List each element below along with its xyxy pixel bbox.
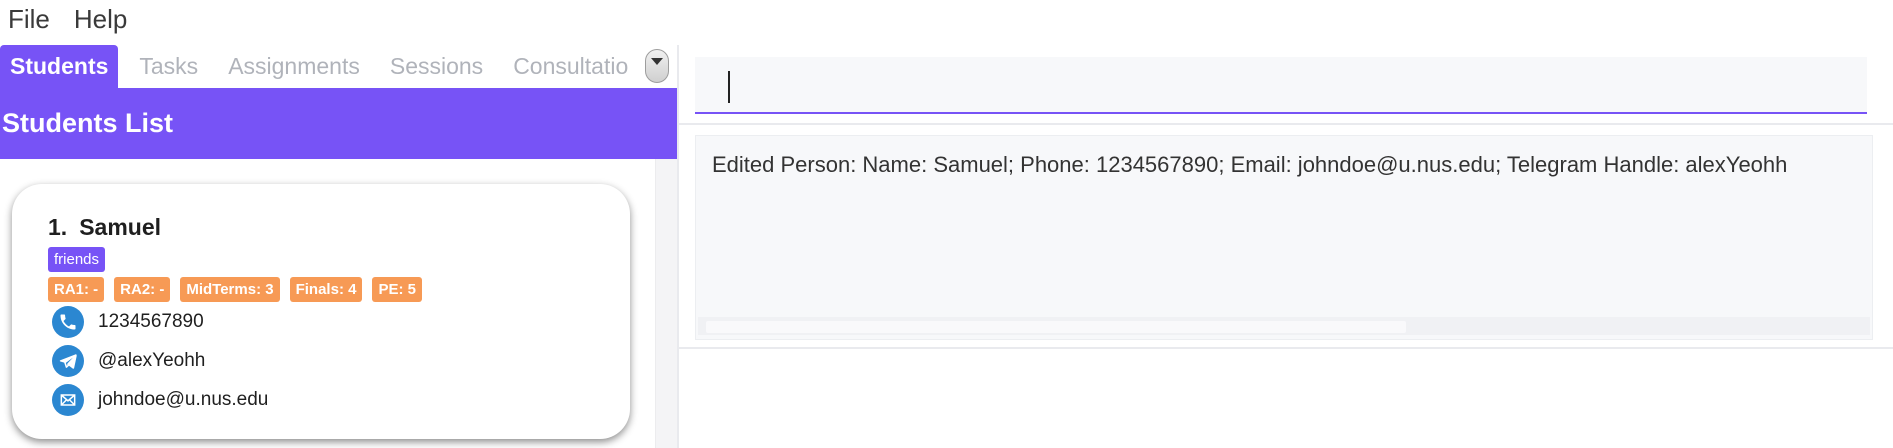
tab-bar: Students Tasks Assignments Sessions Cons… bbox=[0, 45, 677, 88]
student-telegram-row: @alexYeohh bbox=[52, 345, 205, 377]
command-box[interactable] bbox=[695, 57, 1867, 114]
text-caret bbox=[728, 71, 730, 103]
grade-badge-midterms: MidTerms: 3 bbox=[180, 277, 280, 302]
tab-tasks[interactable]: Tasks bbox=[124, 45, 213, 88]
student-grades: RA1: - RA2: - MidTerms: 3 Finals: 4 PE: … bbox=[48, 277, 432, 302]
student-index: 1. bbox=[48, 214, 68, 240]
students-list-scrollbar[interactable] bbox=[655, 159, 677, 448]
student-telegram: @alexYeohh bbox=[98, 350, 206, 371]
menu-bar: File Help bbox=[0, 0, 1893, 38]
command-input[interactable] bbox=[695, 57, 1867, 112]
right-pane: Edited Person: Name: Samuel; Phone: 1234… bbox=[679, 45, 1893, 448]
student-email: johndoe@u.nus.edu bbox=[98, 389, 269, 410]
student-name-line: 1. Samuel bbox=[48, 214, 161, 241]
student-card[interactable]: 1. Samuel friends RA1: - RA2: - MidTerms:… bbox=[12, 184, 630, 439]
email-icon bbox=[52, 384, 84, 416]
students-list-header: Students List bbox=[0, 88, 677, 159]
menu-file[interactable]: File bbox=[8, 4, 50, 35]
grade-badge-pe: PE: 5 bbox=[372, 277, 422, 302]
tag-badge: friends bbox=[48, 247, 106, 272]
tab-students[interactable]: Students bbox=[0, 45, 119, 88]
students-list-title: Students List bbox=[2, 108, 174, 138]
tab-overflow-dropdown-button[interactable] bbox=[645, 49, 669, 83]
grade-badge-ra2: RA2: - bbox=[114, 277, 171, 302]
tab-consultations[interactable]: Consultatio bbox=[498, 45, 641, 88]
grade-badge-finals: Finals: 4 bbox=[289, 277, 363, 302]
chevron-down-icon bbox=[651, 58, 663, 65]
tab-assignments[interactable]: Assignments bbox=[213, 45, 375, 88]
command-box-container bbox=[679, 45, 1893, 125]
grade-badge-ra1: RA1: - bbox=[48, 277, 105, 302]
student-name: Samuel bbox=[79, 214, 162, 240]
result-display-container: Edited Person: Name: Samuel; Phone: 1234… bbox=[679, 127, 1893, 349]
menu-help[interactable]: Help bbox=[74, 4, 127, 35]
student-phone-row: 1234567890 bbox=[52, 306, 204, 338]
telegram-icon bbox=[52, 345, 84, 377]
left-pane: Students Tasks Assignments Sessions Cons… bbox=[0, 45, 677, 448]
result-display[interactable]: Edited Person: Name: Samuel; Phone: 1234… bbox=[695, 135, 1873, 340]
scrollbar-thumb[interactable] bbox=[706, 321, 1406, 333]
students-list: 1. Samuel friends RA1: - RA2: - MidTerms:… bbox=[0, 159, 677, 448]
result-horizontal-scrollbar[interactable] bbox=[698, 317, 1870, 335]
student-email-row: johndoe@u.nus.edu bbox=[52, 384, 268, 416]
phone-icon bbox=[52, 306, 84, 338]
tab-sessions[interactable]: Sessions bbox=[375, 45, 498, 88]
student-phone: 1234567890 bbox=[98, 311, 204, 332]
student-tags: friends bbox=[48, 247, 115, 272]
result-text: Edited Person: Name: Samuel; Phone: 1234… bbox=[712, 152, 1788, 177]
